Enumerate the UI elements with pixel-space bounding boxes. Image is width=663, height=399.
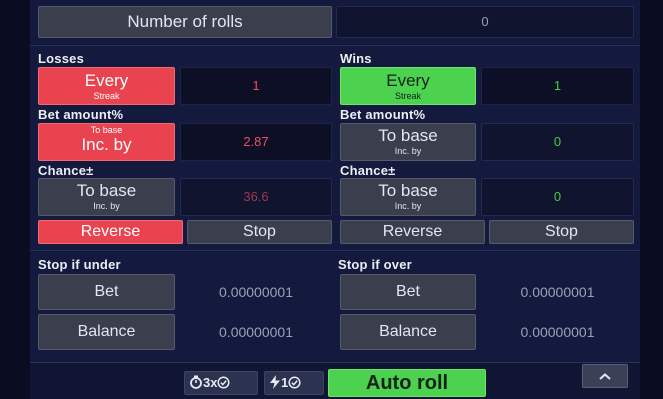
chevron-up-icon [599, 373, 611, 380]
wins-bet-amount-title: Bet amount% [340, 107, 426, 122]
wins-chance-title: Chance± [340, 163, 396, 178]
stop-over-balance-input[interactable]: 0.00000001 [481, 314, 634, 350]
stop-over-bet-label: Bet [340, 274, 476, 310]
auto-roll-button[interactable]: Auto roll [328, 369, 486, 397]
footer-bar: 3x 1 Auto roll [30, 362, 640, 399]
losses-streak-label: Streak [93, 91, 120, 101]
wins-every-streak-toggle[interactable]: Every Streak [340, 67, 476, 105]
losses-bet-value-input[interactable]: 2.87 [180, 123, 332, 161]
speed-label: 3x [203, 375, 218, 390]
stop-over-balance-label: Balance [340, 314, 476, 350]
wins-chance-to-base-label: To base [378, 181, 438, 200]
losses-bet-to-base-label: To base [90, 125, 123, 135]
wins-title: Wins [340, 51, 372, 66]
losses-chance-inc-label: Inc. by [93, 201, 120, 211]
section-divider [30, 45, 640, 46]
stop-if-over-title: Stop if over [338, 257, 412, 272]
losses-chance-to-base-label: To base [76, 181, 137, 200]
wins-bet-to-base-label: To base [378, 126, 438, 145]
lightning-bolt-icon [270, 375, 280, 389]
losses-chance-value-input[interactable]: 36.6 [180, 178, 332, 216]
speed-toggle[interactable]: 3x [184, 371, 258, 395]
check-circle-icon [217, 376, 231, 389]
stop-under-balance-input[interactable]: 0.00000001 [180, 314, 332, 350]
stop-over-bet-input[interactable]: 0.00000001 [481, 274, 634, 310]
stop-under-bet-label: Bet [38, 274, 175, 310]
stop-under-bet-input[interactable]: 0.00000001 [180, 274, 332, 310]
number-of-rolls-input[interactable]: 0 [336, 6, 634, 38]
losses-chance-title: Chance± [38, 163, 94, 178]
wins-chance-mode-toggle[interactable]: To base Inc. by [340, 178, 476, 216]
collapse-button[interactable] [582, 364, 628, 388]
wins-count-input[interactable]: 1 [481, 67, 634, 105]
wins-bet-inc-label: Inc. by [394, 146, 422, 156]
number-of-rolls-label: Number of rolls [38, 6, 332, 38]
check-circle-icon [288, 376, 301, 389]
stop-under-balance-label: Balance [38, 314, 175, 350]
losses-title: Losses [38, 51, 85, 66]
wins-every-label: Every [386, 71, 430, 90]
losses-count-input[interactable]: 1 [180, 67, 332, 105]
losses-reverse-button[interactable]: Reverse [38, 220, 183, 244]
losses-stop-button[interactable]: Stop [187, 220, 332, 244]
wins-reverse-button[interactable]: Reverse [340, 220, 485, 244]
wins-chance-inc-label: Inc. by [394, 201, 422, 211]
wins-chance-value-input[interactable]: 0 [481, 178, 634, 216]
losses-chance-mode-toggle[interactable]: To base Inc. by [38, 178, 175, 216]
losses-bet-inc-label: Inc. by [81, 135, 132, 154]
wins-streak-label: Streak [394, 91, 421, 101]
wins-bet-mode-toggle[interactable]: To base Inc. by [340, 123, 476, 161]
bolt-count: 1 [281, 375, 289, 390]
losses-every-streak-toggle[interactable]: Every Streak [38, 67, 175, 105]
losses-bet-amount-title: Bet amount% [38, 107, 124, 122]
wins-bet-value-input[interactable]: 0 [481, 123, 634, 161]
stop-if-under-title: Stop if under [38, 257, 121, 272]
instant-bet-toggle[interactable]: 1 [264, 371, 324, 395]
autobet-panel: Number of rolls 0 Losses Every Streak 1 … [30, 0, 640, 398]
losses-bet-mode-toggle[interactable]: To base Inc. by [38, 123, 175, 161]
section-divider [30, 250, 640, 251]
stopwatch-icon [190, 375, 202, 389]
wins-stop-button[interactable]: Stop [489, 220, 634, 244]
losses-every-label: Every [84, 71, 129, 90]
